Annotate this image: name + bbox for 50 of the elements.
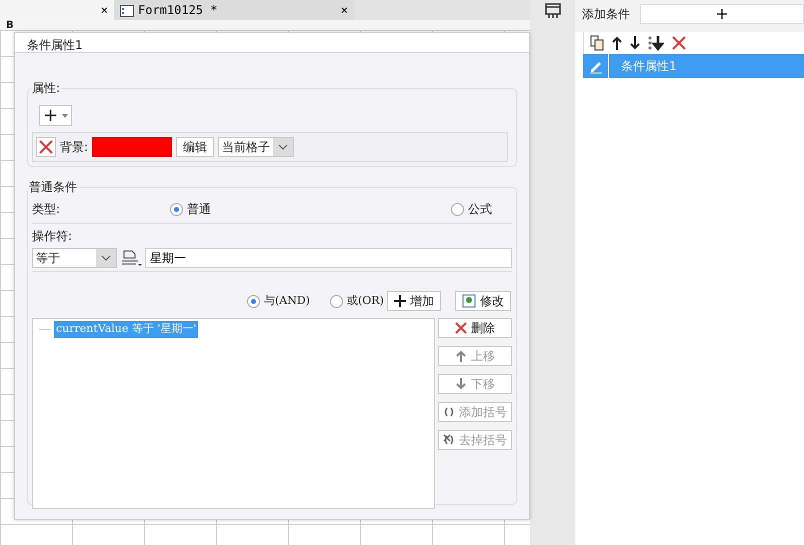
remove-button[interactable] xyxy=(36,137,56,157)
add-property-button[interactable]: + xyxy=(39,105,72,126)
arrow-down-icon[interactable] xyxy=(630,36,640,50)
radio-option[interactable]: 公式 xyxy=(451,200,492,218)
operator-select[interactable]: 等于 xyxy=(32,248,117,268)
group-label: 普通条件 xyxy=(28,178,78,196)
radio-dot[interactable] xyxy=(247,294,260,308)
chevron-icon xyxy=(278,144,288,150)
color-swatch[interactable] xyxy=(92,137,172,157)
close-icon[interactable]: × xyxy=(340,1,348,19)
value-type-icon xyxy=(120,249,142,267)
close-icon[interactable] xyxy=(672,36,686,50)
layout-icon xyxy=(544,2,562,20)
property-label: 背景: xyxy=(60,139,88,156)
bold-tool[interactable]: B xyxy=(6,20,14,31)
action-button[interactable]: 删除 xyxy=(438,318,512,338)
add-button[interactable]: 增加 xyxy=(387,291,441,311)
edit-button[interactable]: 编辑 xyxy=(176,137,214,157)
copy-icon[interactable] xyxy=(590,35,604,51)
value-field[interactable]: 星期一 xyxy=(145,248,512,268)
arrow-up-icon xyxy=(455,350,467,362)
chevron-icon xyxy=(101,255,111,261)
arrow-down-icon xyxy=(455,378,467,390)
editor-tab[interactable]: × xyxy=(0,0,114,20)
radio-option[interactable]: 与(AND) xyxy=(247,292,310,310)
radio-option[interactable]: 或(OR) xyxy=(330,292,384,310)
parentheses-icon xyxy=(443,406,455,418)
editor-tab[interactable]: Form10125 * × xyxy=(114,0,354,20)
group-label: 属性: xyxy=(31,79,62,97)
close-icon xyxy=(455,322,467,334)
caret-icon xyxy=(62,114,68,118)
parentheses-icon xyxy=(443,434,455,446)
radio-dot[interactable] xyxy=(451,202,464,216)
dialog-title: 条件属性1 xyxy=(27,38,83,52)
form-icon xyxy=(120,4,134,17)
move-bottom-icon[interactable] xyxy=(648,35,664,51)
radio-dot[interactable] xyxy=(330,294,343,308)
modify-button[interactable]: 修改 xyxy=(455,291,511,311)
arrow-up-icon[interactable] xyxy=(612,36,622,50)
field-label: 类型: xyxy=(32,201,60,218)
tab-title: Form10125 * xyxy=(138,3,218,17)
panel-label: 添加条件 xyxy=(582,6,630,23)
close-icon xyxy=(39,140,53,154)
close-icon[interactable]: × xyxy=(100,1,108,19)
scope-select[interactable]: 当前格子 xyxy=(218,137,294,157)
radio-option[interactable]: 普通 xyxy=(170,200,212,218)
plus-icon xyxy=(394,295,406,307)
radio-dot[interactable] xyxy=(170,202,184,216)
field-label: 操作符: xyxy=(32,229,72,243)
add-condition-button[interactable]: + xyxy=(640,4,804,24)
